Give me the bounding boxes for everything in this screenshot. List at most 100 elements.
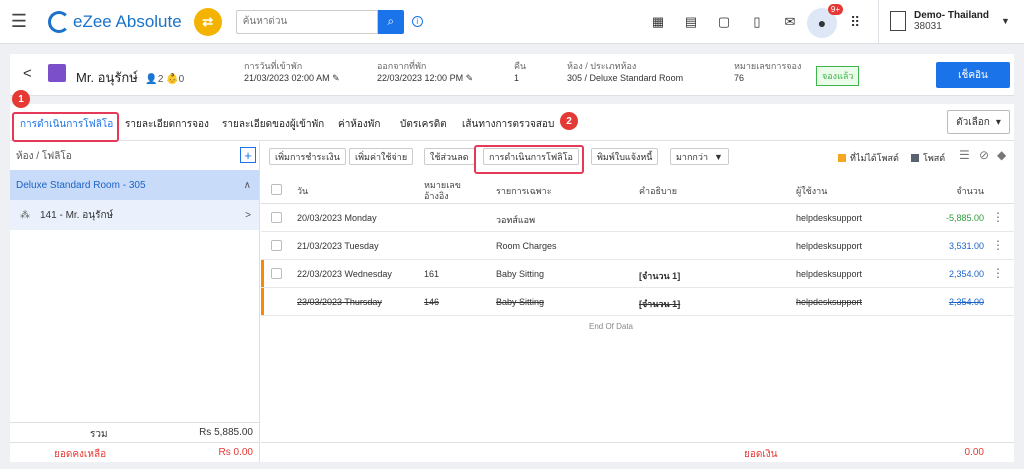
row-menu-icon[interactable]: ⋮ [992,266,1004,280]
room-row[interactable]: Deluxe Standard Room - 305 ∧ [10,170,259,200]
select-all-checkbox[interactable] [271,184,282,195]
tab-guest-details[interactable]: รายละเอียดของผู้เข้าพัก [222,117,324,132]
highlight-box-1 [12,112,119,142]
children-count: 0 [178,74,185,85]
eye-slash-icon[interactable]: ⊘ [979,148,989,162]
row-description: [จำนวน 1] [639,299,681,309]
folio-row-label: 141 - Mr. อนุรักษ์ [40,209,114,221]
total-label: รวม [90,429,108,440]
row-menu-icon[interactable]: ⋮ [992,238,1004,252]
row-checkbox[interactable] [271,268,282,279]
calendar-icon[interactable]: ▢ [714,12,734,32]
row-particulars: วอทส์แอพ [496,215,536,225]
step-marker-2: 2 [560,112,578,130]
more-dropdown[interactable]: มากกว่า ▼ [670,148,729,165]
col-user: ผู้ใช้งาน [796,186,828,196]
row-date: 21/03/2023 Tuesday [297,241,379,251]
arrival-field: การวันที่เข้าพัก 21/03/2023 02:00 AM ✎ [244,60,340,84]
edit-pencil-icon[interactable]: ✎ [332,73,340,83]
folio-row[interactable]: ⁂ 141 - Mr. อนุรักษ์ > [10,200,259,230]
calendar-add-icon[interactable]: ▦ [648,12,668,32]
layers-icon[interactable]: ◆ [997,148,1006,162]
nights-label: คืน [514,61,527,71]
app-logo[interactable]: eZee Absolute [48,10,182,33]
guest-profile-icon[interactable] [48,64,66,82]
col-ref-line2: อ้างอิง [424,191,449,201]
edit-pencil-icon[interactable]: ✎ [466,73,474,83]
shuffle-icon[interactable]: ⇄ [193,7,222,36]
search-input[interactable] [235,9,378,34]
row-checkbox[interactable] [271,240,282,251]
table-row[interactable]: 20/03/2023 Monday วอทส์แอพ helpdesksuppo… [261,204,1014,232]
divider [878,0,879,44]
row-amount: 3,531.00 [948,241,984,251]
row-amount: 2,354.00 [948,269,984,279]
tab-reservation-details[interactable]: รายละเอียดการจอง [125,117,209,132]
logo-mark-icon [48,10,70,33]
room-field: ห้อง / ประเภทห้อง 305 / Deluxe Standard … [567,60,683,84]
property-selector[interactable]: Demo- Thailand 38031 ▼ [890,10,1010,32]
folio-balance-footer: ยอดเงิน 0.00 [261,442,1014,462]
resno-field: หมายเลขการจอง 76 [734,60,801,84]
col-description: คำอธิบาย [639,186,678,196]
search-icon[interactable]: ⌕ [377,9,404,34]
table-row[interactable]: 22/03/2023 Wednesday 161 Baby Sitting [จ… [261,260,1014,288]
table-row[interactable]: 23/03/2023 Thursday 146 Baby Sitting [จำ… [261,288,1014,316]
tab-audit-trail[interactable]: เส้นทางการตรวจสอบ [462,117,554,132]
add-folio-icon[interactable]: + [240,147,256,163]
tab-credit-card[interactable]: บัตรเครดิต [400,117,447,132]
posted-swatch [911,154,919,162]
row-amount: 2,354.00 [948,297,984,307]
col-date: วัน [297,186,309,196]
back-arrow-icon[interactable]: < [23,65,32,82]
info-icon[interactable]: i [411,16,423,27]
apply-discount-button[interactable]: ใช้ส่วนลด [424,148,475,165]
folio-panel: การดำเนินการโฟลิโอ รายละเอียดการจอง รายล… [10,90,1014,462]
row-user: helpdesksupport [796,213,863,223]
balance-label: ยอดคงเหลือ [54,449,107,460]
row-date: 20/03/2023 Monday [297,213,377,223]
apps-grid-icon[interactable]: ⠿ [850,14,860,31]
col-amount: จำนวน [956,186,984,196]
row-checkbox[interactable] [271,212,282,223]
property-code: 38031 [914,21,942,32]
status-badge: จองแล้ว [816,66,860,86]
tab-room-rates[interactable]: ค่าห้องพัก [338,117,380,132]
room-label: ห้อง / ประเภทห้อง [567,61,637,71]
unposted-label: ที่ไม่ได้โพสต์ [850,153,899,163]
menu-icon[interactable]: ☰ [0,0,38,44]
guest-name: Mr. อนุรักษ์ 👤2 👶0 [76,67,184,88]
notification-badge: 9+ [827,4,843,15]
list-icon[interactable]: ☰ [959,148,970,162]
adults-count: 2 [157,74,164,85]
bell-icon[interactable]: ● 9+ [807,4,843,38]
nights-field: คืน 1 [514,60,526,84]
nights-value: 1 [514,73,520,83]
mail-icon[interactable]: ✉ [780,12,800,32]
calendar-grid-icon[interactable]: ▤ [681,12,701,32]
top-bar: ☰ eZee Absolute ⇄ ⌕ i [0,0,1024,44]
row-menu-icon[interactable]: ⋮ [992,210,1004,224]
folio-balance-value: 0.00 [964,447,984,458]
row-ref: 146 [424,297,440,307]
add-charge-button[interactable]: เพิ่มค่าใช้จ่าย [349,148,414,165]
table-row[interactable]: 21/03/2023 Tuesday Room Charges helpdesk… [261,232,1014,260]
checkin-button[interactable]: เช็คอิน [936,62,1010,88]
posted-label: โพสต์ [923,153,946,163]
highlight-box-2 [474,145,584,174]
left-total: รวม Rs 5,885.00 [10,422,259,442]
document-icon[interactable]: ▯ [747,12,767,32]
more-label: มากกว่า [676,151,708,162]
people-icon: ⁂ [20,209,30,221]
options-dropdown[interactable]: ตัวเลือก ▾ [947,110,1010,134]
chevron-down-icon: ▾ [995,116,1001,128]
resno-label: หมายเลขการจอง [734,61,802,71]
row-particulars: Room Charges [496,241,557,251]
left-balance: ยอดคงเหลือ Rs 0.00 [10,442,259,462]
print-invoice-button[interactable]: พิมพ์ใบแจ้งหนี้ [591,148,659,165]
guest-name-text: Mr. อนุรักษ์ [76,70,138,85]
tab-bar: การดำเนินการโฟลิโอ รายละเอียดการจอง รายล… [10,104,1014,141]
row-ref: 161 [424,269,440,279]
add-payment-button[interactable]: เพิ่มการชำระเงิน [269,148,346,165]
row-particulars: Baby Sitting [496,297,545,307]
